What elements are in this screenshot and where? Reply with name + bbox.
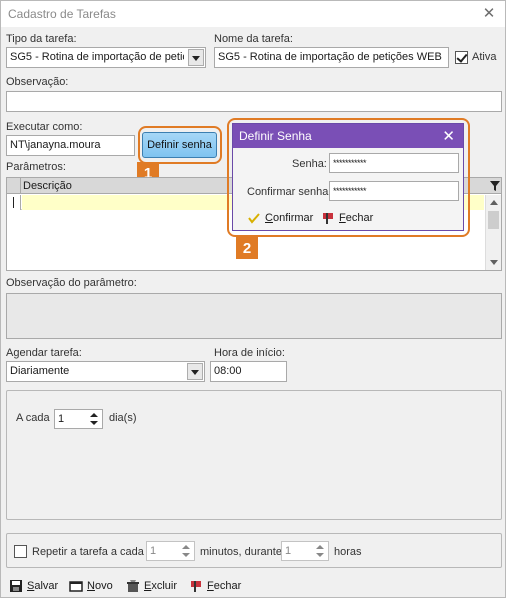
ativa-label: Ativa xyxy=(472,51,497,63)
confirmar-label: Confirmar xyxy=(265,212,314,224)
confirmar-senha-label: Confirmar senha: xyxy=(247,186,332,198)
fechar-dialog-button[interactable]: Fechar xyxy=(321,211,373,225)
row-indicator xyxy=(7,195,21,210)
flag-icon xyxy=(323,213,333,224)
filter-icon[interactable] xyxy=(489,180,501,192)
new-icon xyxy=(69,581,83,592)
tipo-label: Tipo da tarefa: xyxy=(6,33,77,45)
excluir-label: Excluir xyxy=(144,580,178,592)
definir-senha-dialog: Definir Senha ✕ Senha: *********** Confi… xyxy=(232,123,464,231)
chevron-down-icon[interactable] xyxy=(187,363,203,380)
agendar-value: Diariamente xyxy=(10,365,70,377)
scroll-up-icon[interactable] xyxy=(490,200,498,205)
badge-2: 2 xyxy=(236,237,258,259)
save-icon xyxy=(10,580,22,592)
tipo-select[interactable]: SG5 - Rotina de importação de petiçõ xyxy=(6,47,206,68)
repetir-horas-spinner[interactable]: 1 xyxy=(281,541,329,561)
novo-button[interactable]: Novo xyxy=(69,579,113,593)
repetir-checkbox[interactable] xyxy=(14,545,27,558)
minutos-durante-label: minutos, durante xyxy=(200,546,282,558)
repetir-minutos-value: 1 xyxy=(150,545,157,557)
tipo-value: SG5 - Rotina de importação de petiçõ xyxy=(10,51,184,63)
confirmar-button[interactable]: Confirmar xyxy=(247,211,313,225)
col-descricao[interactable]: Descrição xyxy=(23,180,72,192)
chevron-down-icon[interactable] xyxy=(188,49,204,66)
flag-icon xyxy=(191,581,201,592)
dialog-title-bar: Definir Senha xyxy=(233,124,463,148)
fechar-button[interactable]: Fechar xyxy=(189,579,241,593)
fechar-dialog-label: Fechar xyxy=(339,212,374,224)
a-cada-value: 1 xyxy=(58,413,65,425)
scroll-thumb[interactable] xyxy=(488,211,499,229)
definir-senha-button[interactable]: Definir senha xyxy=(142,132,217,158)
repetir-minutos-spinner[interactable]: 1 xyxy=(146,541,195,561)
close-icon[interactable]: ✕ xyxy=(481,4,497,22)
delete-icon xyxy=(127,580,139,592)
checkmark-icon xyxy=(248,213,260,224)
a-cada-label: A cada xyxy=(16,412,50,424)
confirmar-senha-input[interactable]: *********** xyxy=(329,181,459,201)
novo-label: Novo xyxy=(87,580,113,592)
senha-label: Senha: xyxy=(292,158,327,170)
hora-input[interactable]: 08:00 xyxy=(210,361,287,382)
window-title: Cadastro de Tarefas xyxy=(8,7,116,21)
dias-label: dia(s) xyxy=(109,412,137,424)
a-cada-spinner[interactable]: 1 xyxy=(54,409,103,429)
parametros-label: Parâmetros: xyxy=(6,161,66,173)
repetir-label: Repetir a tarefa a cada xyxy=(32,546,144,558)
hora-label: Hora de início: xyxy=(214,347,285,359)
agendar-label: Agendar tarefa: xyxy=(6,347,82,359)
obs-input[interactable] xyxy=(6,91,502,112)
ativa-checkbox[interactable] xyxy=(455,51,468,64)
salvar-button[interactable]: Salvar xyxy=(9,579,58,593)
main-window: Cadastro de Tarefas ✕ Tipo da tarefa: SG… xyxy=(0,0,506,598)
executar-label: Executar como: xyxy=(6,121,83,133)
obs-label: Observação: xyxy=(6,76,69,88)
repetir-horas-value: 1 xyxy=(285,545,292,557)
dialog-title: Definir Senha xyxy=(239,129,312,143)
title-bar: Cadastro de Tarefas ✕ xyxy=(1,1,505,27)
salvar-label: Salvar xyxy=(27,580,59,592)
grid-scrollbar[interactable] xyxy=(485,195,501,270)
scroll-down-icon[interactable] xyxy=(490,260,498,265)
grid-header-indicator xyxy=(7,178,21,194)
horas-label: horas xyxy=(334,546,362,558)
nome-label: Nome da tarefa: xyxy=(214,33,293,45)
agendar-select[interactable]: Diariamente xyxy=(6,361,205,382)
executar-input[interactable]: NT\janayna.moura xyxy=(6,135,135,156)
nome-input[interactable]: SG5 - Rotina de importação de petições W… xyxy=(214,47,449,68)
spinner-arrows-icon[interactable] xyxy=(87,411,101,427)
close-icon[interactable]: ✕ xyxy=(442,127,455,145)
obs-param-box[interactable] xyxy=(6,293,502,339)
excluir-button[interactable]: Excluir xyxy=(126,579,177,593)
spinner-arrows-icon[interactable] xyxy=(179,543,193,559)
spinner-arrows-icon[interactable] xyxy=(313,543,327,559)
fechar-label: Fechar xyxy=(207,580,242,592)
obs-param-label: Observação do parâmetro: xyxy=(6,277,137,289)
senha-input[interactable]: *********** xyxy=(329,153,459,173)
